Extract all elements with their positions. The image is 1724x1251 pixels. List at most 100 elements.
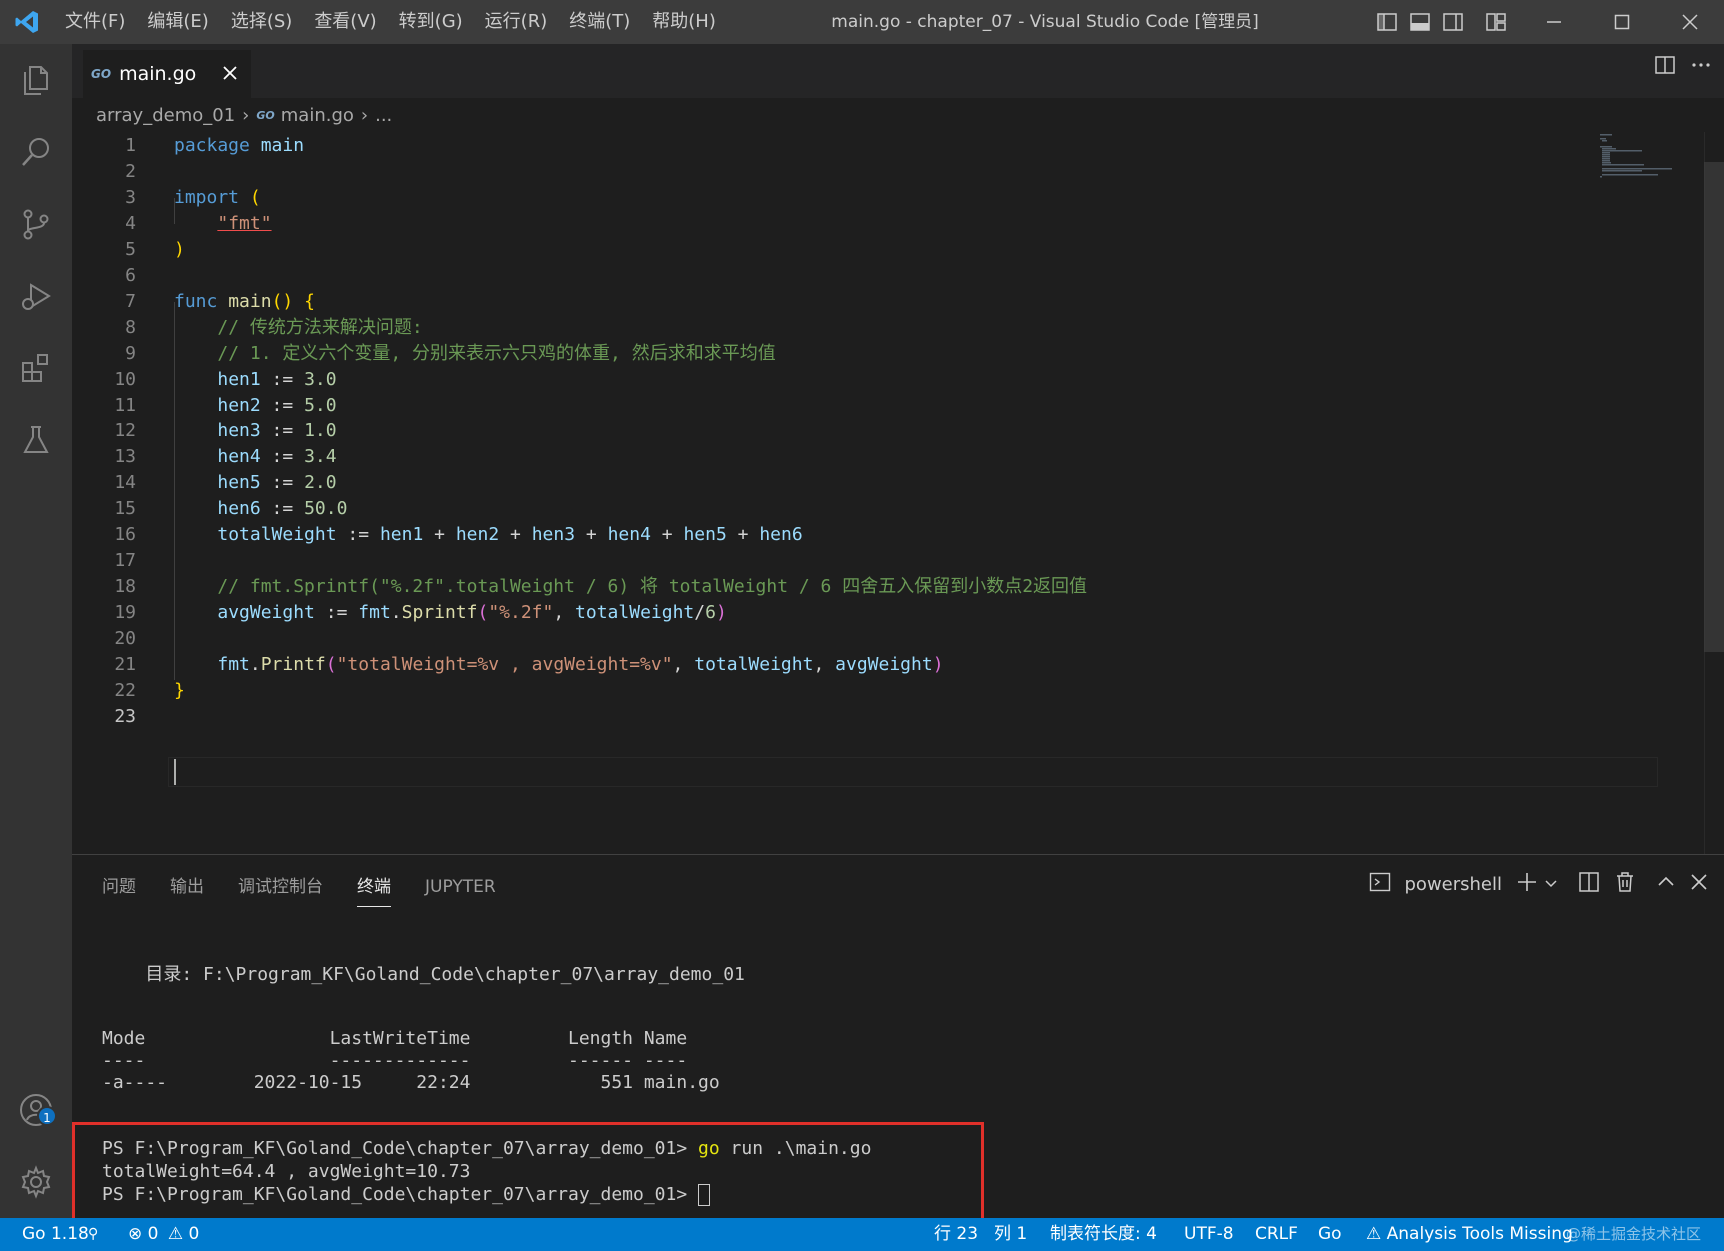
code-text: package main xyxy=(174,135,305,156)
new-terminal-icon[interactable] xyxy=(1516,871,1538,897)
status-language[interactable]: Go xyxy=(1318,1218,1342,1251)
line-number: 8 xyxy=(125,316,136,338)
code-line[interactable]: 13 hen4 := 3.4 xyxy=(72,443,1582,471)
code-line[interactable]: 16 totalWeight := hen1 + hen2 + hen3 + h… xyxy=(72,521,1582,549)
breadcrumb-file[interactable]: main.go xyxy=(281,105,354,126)
warning-icon: ⚠ xyxy=(167,1224,184,1244)
code-line[interactable]: 6 xyxy=(72,262,1582,290)
minimap[interactable] xyxy=(1590,132,1710,212)
line-number: 14 xyxy=(114,472,136,494)
line-number: 2 xyxy=(125,160,136,182)
source-control-icon[interactable] xyxy=(0,188,72,260)
tab-jupyter[interactable]: JUPYTER xyxy=(425,873,496,901)
editor-tab-bar: GO main.go xyxy=(72,44,1724,98)
toggle-panel-icon[interactable] xyxy=(1403,0,1436,44)
close-window-icon[interactable] xyxy=(1656,0,1724,44)
manage-gear-icon[interactable] xyxy=(0,1146,72,1218)
split-terminal-icon[interactable] xyxy=(1578,871,1600,897)
code-line[interactable]: 22} xyxy=(72,677,1582,705)
code-text: ) xyxy=(174,238,185,260)
code-line[interactable]: 4 "fmt" xyxy=(72,210,1582,238)
line-number: 5 xyxy=(125,238,136,260)
line-number: 22 xyxy=(114,679,136,701)
code-line[interactable]: 17 xyxy=(72,547,1582,575)
line-number: 3 xyxy=(125,186,136,208)
split-editor-icon[interactable] xyxy=(1654,54,1676,80)
accounts-badge: 1 xyxy=(37,1106,57,1126)
status-analysis-tools[interactable]: ⚠ Analysis Tools Missing xyxy=(1366,1218,1573,1251)
code-line[interactable]: 10 hen1 := 3.0 xyxy=(72,366,1582,394)
close-panel-icon[interactable] xyxy=(1690,873,1708,895)
minimize-icon[interactable] xyxy=(1520,0,1588,44)
maximize-icon[interactable] xyxy=(1588,0,1656,44)
toggle-sidebar-icon[interactable] xyxy=(1370,0,1403,44)
code-line[interactable]: 2 xyxy=(72,158,1582,186)
testing-icon[interactable] xyxy=(0,404,72,476)
code-line[interactable]: 20 xyxy=(72,625,1582,653)
status-line[interactable]: 行 23 xyxy=(934,1218,978,1251)
chevron-down-icon[interactable] xyxy=(1544,875,1558,894)
breadcrumb-folder[interactable]: array_demo_01 xyxy=(96,105,235,126)
status-encoding[interactable]: UTF-8 xyxy=(1184,1218,1234,1251)
explorer-icon[interactable] xyxy=(0,44,72,116)
code-line[interactable]: 19 avgWeight := fmt.Sprintf("%.2f", tota… xyxy=(72,599,1582,627)
error-count: 0 xyxy=(147,1224,159,1244)
customize-layout-icon[interactable] xyxy=(1479,0,1512,44)
status-column[interactable]: 列 1 xyxy=(994,1218,1027,1251)
search-icon[interactable] xyxy=(0,116,72,188)
vscode-logo-icon xyxy=(0,0,54,44)
accounts-icon[interactable] xyxy=(0,1074,72,1146)
tab-main-go[interactable]: GO main.go xyxy=(83,50,251,98)
line-number: 16 xyxy=(114,524,136,546)
trash-icon[interactable] xyxy=(1614,871,1636,897)
code-line[interactable]: 3 import ( xyxy=(72,184,1582,212)
breadcrumb-more[interactable]: ... xyxy=(375,105,392,126)
status-go-version[interactable]: Go 1.18 xyxy=(22,1218,89,1251)
line-number: 15 xyxy=(114,498,136,520)
text-cursor xyxy=(174,759,176,785)
tab-output[interactable]: 输出 xyxy=(170,873,204,901)
menu-file[interactable]: 文件(F) xyxy=(54,0,136,44)
extensions-icon[interactable] xyxy=(0,332,72,404)
code-editor[interactable]: 1 package main 2 3 import (4 "fmt" 5) 6 7 func m… xyxy=(72,132,1724,854)
activity-bar: 1 xyxy=(0,44,72,1218)
editor-scrollbar[interactable] xyxy=(1704,132,1724,854)
code-text: func main() { xyxy=(174,290,315,312)
scroll-thumb[interactable] xyxy=(1704,162,1724,652)
code-line[interactable]: 15 hen6 := 50.0 xyxy=(72,495,1582,523)
tab-terminal[interactable]: 终端 xyxy=(357,873,391,907)
chevron-up-icon[interactable] xyxy=(1656,872,1676,896)
toggle-secondary-sidebar-icon[interactable] xyxy=(1436,0,1469,44)
tab-debug-console[interactable]: 调试控制台 xyxy=(238,873,323,901)
run-debug-icon[interactable] xyxy=(0,260,72,332)
code-line[interactable]: 1 package main xyxy=(72,132,1582,160)
code-line[interactable]: 8 // 传统方法来解决问题: xyxy=(72,314,1582,342)
line-number: 4 xyxy=(125,212,136,234)
code-line[interactable]: 23 xyxy=(72,703,1582,731)
code-line[interactable]: 11 hen2 := 5.0 xyxy=(72,392,1582,420)
warning-count: 0 xyxy=(188,1224,200,1244)
code-text: } xyxy=(174,679,185,701)
code-line[interactable]: 5) xyxy=(72,236,1582,264)
code-line[interactable]: 7 func main() { xyxy=(72,288,1582,316)
terminal-shell-name[interactable]: powershell xyxy=(1405,874,1503,895)
code-line[interactable]: 18 // fmt.Sprintf("%.2f".totalWeight / 6… xyxy=(72,573,1582,601)
status-eol[interactable]: CRLF xyxy=(1255,1218,1298,1251)
code-line[interactable]: 12 hen3 := 1.0 xyxy=(72,417,1582,445)
code-line[interactable]: 9 // 1. 定义六个变量, 分别来表示六只鸡的体重, 然后求和求平均值 xyxy=(72,340,1582,368)
code-line[interactable]: 14 hen5 := 2.0 xyxy=(72,469,1582,497)
menu-terminal[interactable]: 终端(T) xyxy=(558,0,641,44)
status-tab-size[interactable]: 制表符长度: 4 xyxy=(1050,1218,1157,1251)
close-tab-icon[interactable] xyxy=(215,58,245,88)
more-actions-icon[interactable] xyxy=(1690,54,1712,80)
menu-edit[interactable]: 编辑(E) xyxy=(136,0,219,44)
menu-go[interactable]: 转到(G) xyxy=(388,0,474,44)
menu-run[interactable]: 运行(R) xyxy=(474,0,559,44)
status-problems[interactable]: ⊗ 0 ⚠ 0 xyxy=(128,1218,199,1251)
code-line[interactable]: 21 fmt.Printf("totalWeight=%v , avgWeigh… xyxy=(72,651,1582,679)
menu-view[interactable]: 查看(V) xyxy=(303,0,387,44)
tab-problems[interactable]: 问题 xyxy=(102,873,136,901)
error-icon: ⊗ xyxy=(128,1224,143,1244)
menu-help[interactable]: 帮助(H) xyxy=(641,0,727,44)
menu-selection[interactable]: 选择(S) xyxy=(220,0,303,44)
